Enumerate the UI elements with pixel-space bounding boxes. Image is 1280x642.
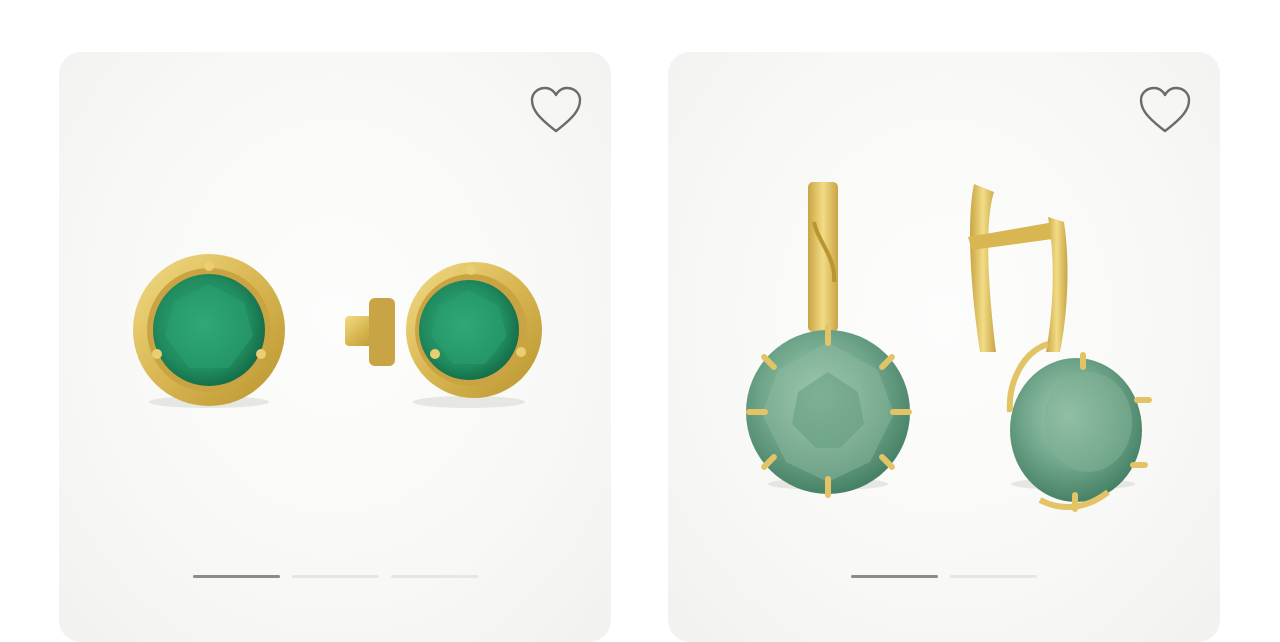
image-carousel-indicators [59,575,611,578]
green-stud-earrings-image[interactable] [59,52,611,642]
carousel-indicator-3[interactable] [390,575,478,578]
product-card[interactable] [668,52,1220,642]
image-carousel-indicators [668,575,1220,578]
product-card[interactable] [59,52,611,642]
carousel-indicator-2[interactable] [950,575,1037,578]
favorite-button[interactable] [1138,86,1192,136]
carousel-indicator-1[interactable] [192,575,280,578]
green-drop-earrings-image[interactable] [668,52,1220,642]
carousel-indicator-2[interactable] [291,575,379,578]
heart-outline-icon [530,86,582,133]
heart-outline-icon [1139,86,1191,133]
carousel-indicator-1[interactable] [851,575,938,578]
favorite-button[interactable] [529,86,583,136]
